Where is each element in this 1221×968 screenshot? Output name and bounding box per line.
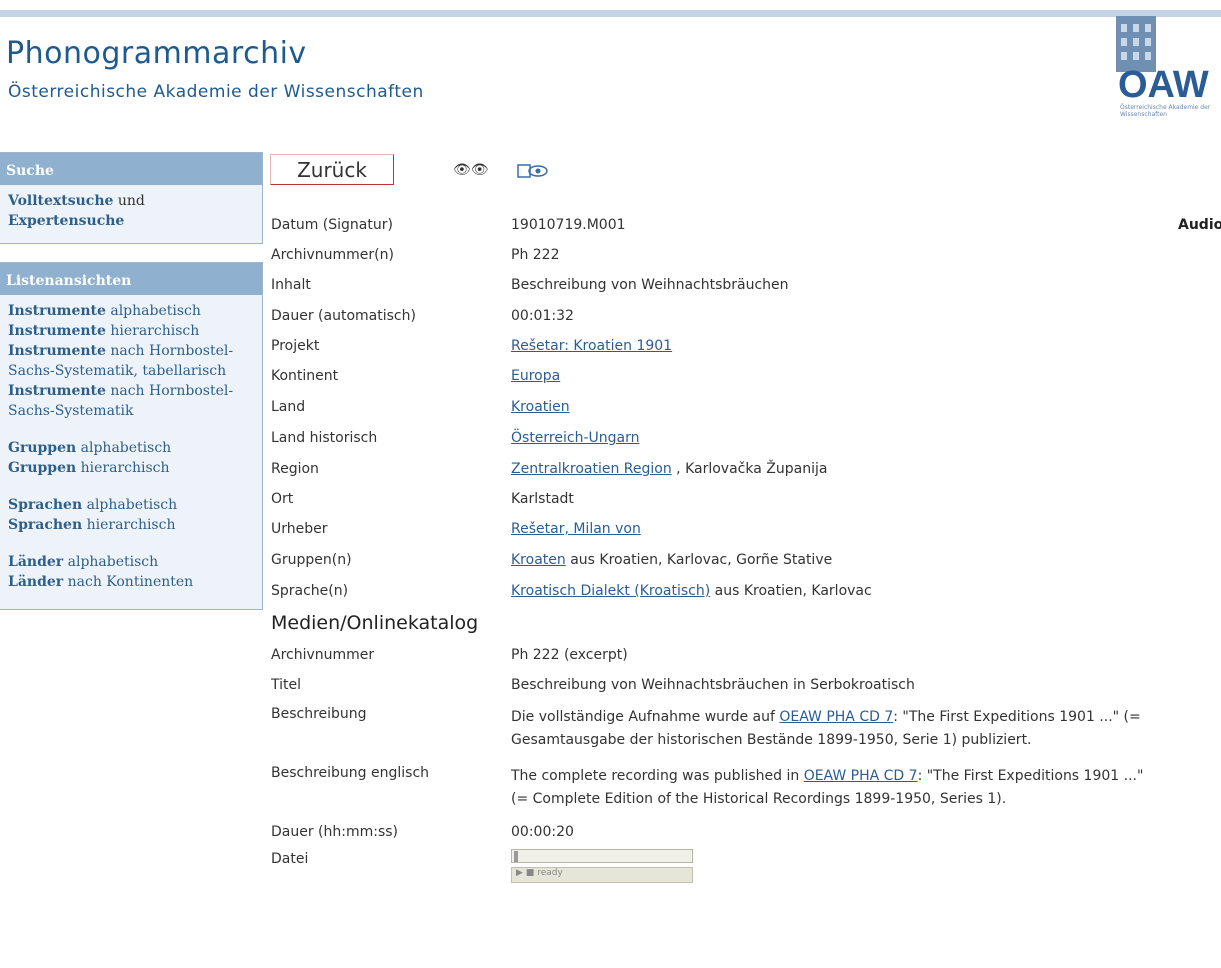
language-link[interactable]: Kroatisch Dialekt (Kroatisch) — [511, 583, 710, 599]
language-rest: aus Kroatien, Karlovac — [710, 583, 872, 599]
audio-label: Audio — [1178, 217, 1221, 233]
list-views-panel: Listenansichten Instrumente alphabetisch… — [0, 262, 263, 610]
play-icon[interactable]: ▶ — [516, 868, 523, 878]
field-value: Beschreibung von Weihnachtsbräuchen in S… — [511, 677, 915, 693]
group-rest: aus Kroatien, Karlovac, Gorñe Stative — [565, 552, 833, 568]
list-item[interactable]: Länder alphabetisch — [8, 552, 254, 572]
top-accent-bar — [0, 10, 1221, 17]
author-link[interactable]: Rešetar, Milan von — [511, 521, 641, 537]
list-item[interactable]: Gruppen alphabetisch — [8, 438, 254, 458]
field-label: Kontinent — [271, 368, 339, 384]
region-rest: , Karlovačka Županija — [671, 461, 828, 477]
list-item[interactable]: Sprachen hierarchisch — [8, 515, 254, 535]
field-value: 00:00:20 — [511, 824, 574, 840]
binoculars-icon[interactable]: 👁👁 — [453, 162, 489, 178]
country-link[interactable]: Kroatien — [511, 399, 570, 415]
continent-link[interactable]: Europa — [511, 368, 560, 384]
field-value: 00:01:32 — [511, 308, 574, 324]
site-title: Phonogrammarchiv — [6, 36, 307, 71]
expert-search-link[interactable]: Expertensuche — [8, 213, 124, 229]
field-value: Ph 222 — [511, 247, 560, 263]
list-item[interactable]: Sprachen alphabetisch — [8, 495, 254, 515]
region-link[interactable]: Zentralkroatien Region — [511, 461, 672, 477]
field-label: Datei — [271, 851, 309, 867]
field-label: Archivnummer(n) — [271, 247, 394, 263]
field-label: Region — [271, 461, 319, 477]
view-icon[interactable] — [516, 162, 552, 180]
description-en-value: The complete recording was published in … — [511, 768, 1144, 807]
search-panel-heading: Suche — [0, 153, 262, 185]
field-value: Ph 222 (excerpt) — [511, 647, 628, 663]
field-label: Gruppen(n) — [271, 552, 352, 568]
logo-caption: Österreichische Akademie der Wissenschaf… — [1120, 104, 1211, 118]
list-item[interactable]: Länder nach Kontinenten — [8, 572, 254, 592]
list-item[interactable]: Instrumente alphabetisch — [8, 301, 254, 321]
cd-link[interactable]: OEAW PHA CD 7 — [779, 709, 893, 725]
media-section-heading: Medien/Onlinekatalog — [271, 612, 479, 634]
oaw-logo[interactable]: OAW Österreichische Akademie der Wissens… — [1114, 16, 1221, 126]
field-value: Karlstadt — [511, 491, 574, 507]
search-panel: Suche Volltextsuche und Expertensuche — [0, 152, 263, 244]
player-status: ready — [537, 868, 563, 878]
field-label: Ort — [271, 491, 294, 507]
cd-link-en[interactable]: OEAW PHA CD 7 — [804, 768, 918, 784]
field-label: Land — [271, 399, 306, 415]
audio-player[interactable]: ▶ ■ ready — [511, 849, 693, 968]
list-item[interactable]: Instrumente nach Hornbostel-Sachs-System… — [8, 381, 254, 421]
list-item[interactable]: Gruppen hierarchisch — [8, 458, 254, 478]
back-button[interactable]: Zurück — [270, 154, 394, 185]
field-label: Sprache(n) — [271, 583, 349, 599]
field-value: 19010719.M001 — [511, 217, 626, 233]
site-subtitle: Österreichische Akademie der Wissenschaf… — [8, 82, 424, 102]
project-link[interactable]: Rešetar: Kroatien 1901 — [511, 338, 672, 354]
field-label: Urheber — [271, 521, 328, 537]
field-label: Projekt — [271, 338, 320, 354]
field-label: Beschreibung englisch — [271, 765, 430, 781]
player-controls[interactable]: ▶ ■ ready — [511, 867, 693, 883]
historic-country-link[interactable]: Österreich-Ungarn — [511, 430, 639, 446]
field-label: Inhalt — [271, 277, 311, 293]
list-views-heading: Listenansichten — [0, 263, 262, 295]
field-label: Beschreibung — [271, 706, 367, 722]
search-conj: und — [113, 193, 145, 209]
field-label: Land historisch — [271, 430, 378, 446]
field-label: Dauer (hh:mm:ss) — [271, 824, 399, 840]
logo-text: OAW — [1118, 64, 1209, 106]
field-label: Dauer (automatisch) — [271, 308, 416, 324]
list-item[interactable]: Instrumente nach Hornbostel-Sachs-System… — [8, 341, 254, 381]
progress-bar[interactable] — [511, 849, 693, 863]
field-label: Archivnummer — [271, 647, 375, 663]
fulltext-search-link[interactable]: Volltextsuche — [8, 193, 113, 209]
stop-icon[interactable]: ■ — [526, 868, 535, 878]
group-link[interactable]: Kroaten — [511, 552, 566, 568]
list-item[interactable]: Instrumente hierarchisch — [8, 321, 254, 341]
field-value: Beschreibung von Weihnachtsbräuchen — [511, 277, 789, 293]
description-value: Die vollständige Aufnahme wurde auf OEAW… — [511, 709, 1141, 748]
field-label: Datum (Signatur) — [271, 217, 393, 233]
field-label: Titel — [271, 677, 302, 693]
